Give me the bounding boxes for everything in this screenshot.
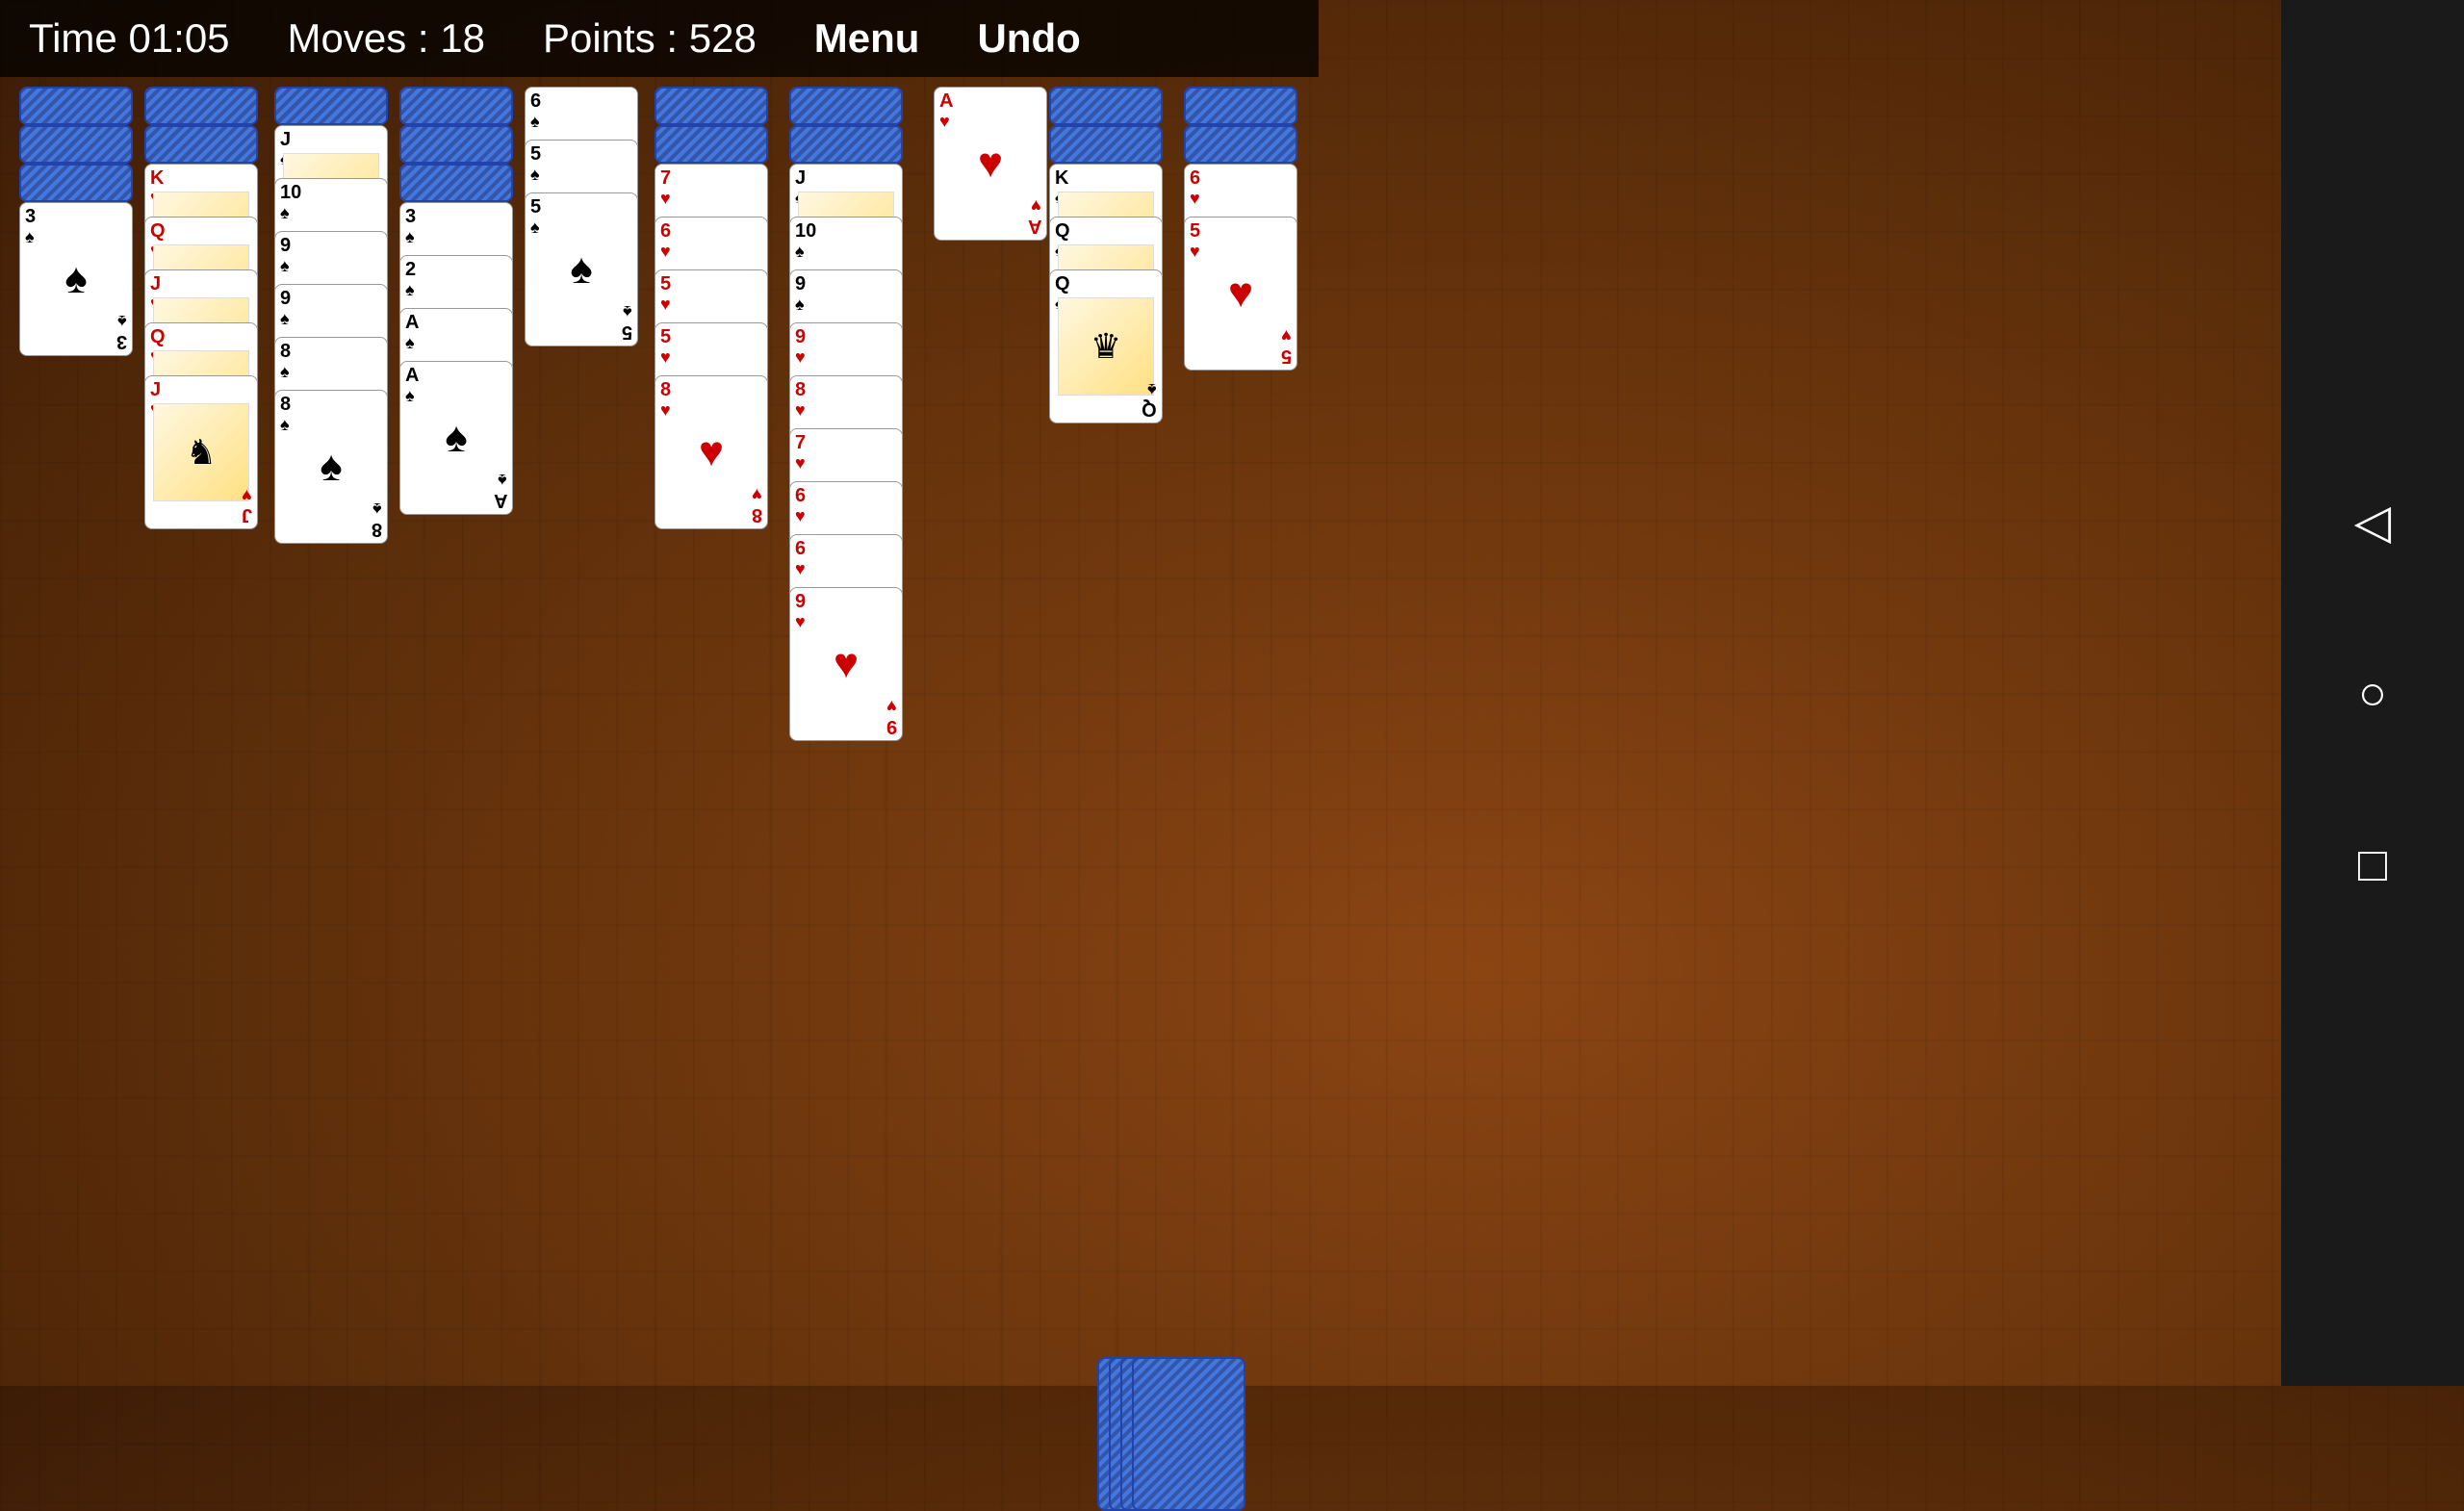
moves-display: Moves : 18 xyxy=(288,15,485,62)
card[interactable] xyxy=(399,125,513,164)
card[interactable] xyxy=(274,87,388,125)
card[interactable] xyxy=(1049,87,1163,125)
card[interactable] xyxy=(144,125,258,164)
card[interactable] xyxy=(19,87,133,125)
card[interactable] xyxy=(19,125,133,164)
card[interactable]: Q ♠ ♛ Q ♠ xyxy=(1049,269,1163,423)
card[interactable] xyxy=(399,87,513,125)
home-icon[interactable]: ○ xyxy=(2358,665,2387,721)
card[interactable]: A ♥ ♥ A ♥ xyxy=(934,87,1047,241)
back-icon[interactable]: ◁ xyxy=(2354,494,2391,550)
menu-button[interactable]: Menu xyxy=(814,15,920,62)
undo-button[interactable]: Undo xyxy=(977,15,1080,62)
card[interactable]: 8 ♠ ♠ 8 ♠ xyxy=(274,390,388,544)
card[interactable]: 5 ♠ ♠ 5 ♠ xyxy=(525,192,638,346)
card[interactable] xyxy=(399,164,513,202)
android-nav-panel: ◁ ○ □ xyxy=(2281,0,2464,1386)
card[interactable] xyxy=(654,87,768,125)
game-area: 3 ♠ ♠ 3 ♠ K ♥ 👑 K ♥ Q ♥ ♛ Q ♥ xyxy=(0,77,1319,1386)
card[interactable]: 5 ♥ ♥ 5 ♥ xyxy=(1184,217,1297,371)
card[interactable]: A ♠ ♠ A ♠ xyxy=(399,361,513,515)
time-display: Time 01:05 xyxy=(29,15,230,62)
recents-icon[interactable]: □ xyxy=(2358,836,2387,892)
card[interactable]: 8 ♥ ♥ 8 ♥ xyxy=(654,375,768,529)
card[interactable] xyxy=(19,164,133,202)
card[interactable]: 9 ♥ ♥ 9 ♥ xyxy=(789,587,903,741)
card[interactable]: J ♥ ♞ J ♥ xyxy=(144,375,258,529)
card[interactable] xyxy=(1049,125,1163,164)
card[interactable] xyxy=(654,125,768,164)
card[interactable] xyxy=(1184,87,1297,125)
card[interactable] xyxy=(789,125,903,164)
points-display: Points : 528 xyxy=(543,15,757,62)
card[interactable] xyxy=(144,87,258,125)
card[interactable] xyxy=(789,87,903,125)
card[interactable] xyxy=(1184,125,1297,164)
card[interactable]: 3 ♠ ♠ 3 ♠ xyxy=(19,202,133,356)
game-header: Time 01:05 Moves : 18 Points : 528 Menu … xyxy=(0,0,1319,77)
